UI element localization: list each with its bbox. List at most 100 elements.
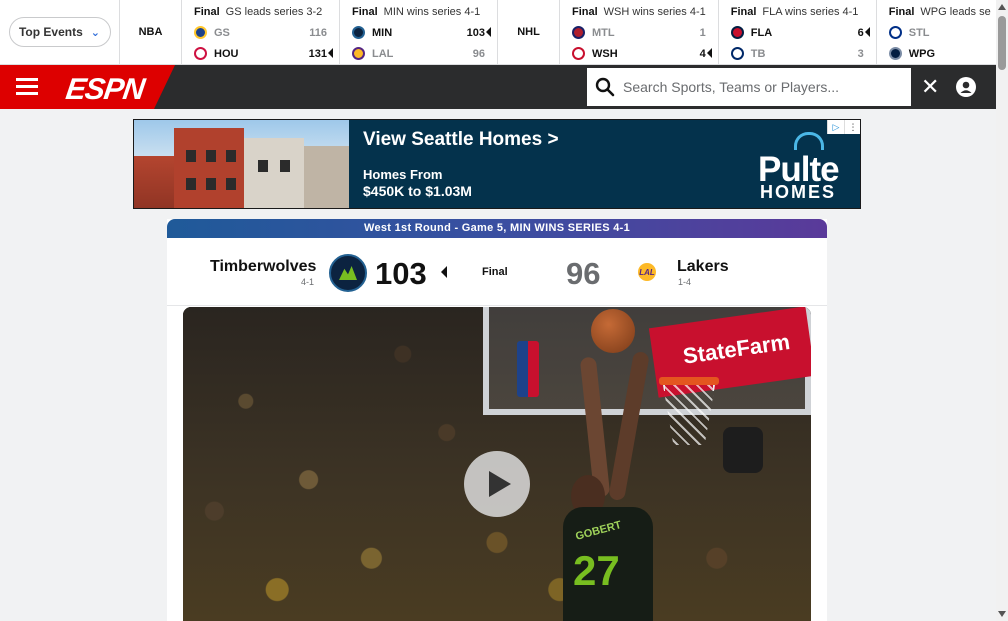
- lakers-logo-icon: [352, 47, 365, 60]
- team-score: 96: [472, 47, 485, 60]
- capitals-logo-icon: [572, 47, 585, 60]
- search-icon: [595, 77, 615, 97]
- game-header: Final GS leads series 3-2: [194, 6, 327, 22]
- team-score: 6: [857, 26, 864, 39]
- team-abbr: FLA: [750, 26, 773, 39]
- winner-caret-icon: [441, 266, 447, 278]
- search-box: [587, 68, 911, 106]
- team-abbr: GS: [214, 26, 230, 39]
- blues-logo-icon: [888, 26, 902, 39]
- scrollbar-thumb[interactable]: [998, 16, 1006, 70]
- ad-subtitle: Homes From: [363, 167, 443, 182]
- league-label-nba[interactable]: NBA: [120, 0, 182, 64]
- game-card[interactable]: Final GS leads series 3-2 GS 116 HOU 131: [182, 0, 340, 64]
- team-row: FLA 6: [730, 22, 864, 43]
- jersey-number: 27: [573, 547, 620, 594]
- adchoices-icon[interactable]: ▷: [827, 120, 844, 134]
- lightning-logo-icon: [730, 47, 744, 60]
- team-abbr: LAL: [372, 47, 394, 60]
- ad-price-range: $450K to $1.03M: [363, 183, 472, 199]
- timberwolves-logo-icon: [352, 26, 365, 39]
- away-team-name[interactable]: Lakers: [677, 258, 729, 276]
- team-row: WSH 4: [572, 43, 706, 64]
- team-row: GS 116: [194, 22, 327, 43]
- basketball: [591, 309, 635, 353]
- lakers-logo-icon: LAL: [638, 263, 656, 281]
- game-note: FLA wins series 4-1: [762, 6, 859, 18]
- main-nav: ESPN ✕: [0, 65, 996, 109]
- top-events-wrap: Top Events ⌄: [0, 0, 120, 64]
- game-card[interactable]: Final WSH wins series 4-1 MTL 1 WSH 4: [560, 0, 719, 64]
- team-abbr: MIN: [372, 26, 393, 39]
- game-header: Final WPG leads se: [889, 6, 996, 22]
- panthers-logo-icon: [730, 26, 744, 39]
- team-abbr: STL: [908, 26, 930, 39]
- team-abbr: MTL: [592, 26, 615, 39]
- game-status: Final: [352, 6, 378, 18]
- game-card[interactable]: Final MIN wins series 4-1 MIN 103 LAL 96: [340, 0, 498, 64]
- home-team-name[interactable]: Timberwolves: [210, 258, 316, 276]
- ad-title: View Seattle Homes >: [363, 129, 559, 150]
- team-row: MTL 1: [572, 22, 706, 43]
- ad-banner[interactable]: View Seattle Homes > Homes From $450K to…: [133, 119, 861, 209]
- rockets-logo-icon: [194, 47, 207, 60]
- profile-icon[interactable]: [956, 77, 976, 97]
- timberwolves-logo-icon: [329, 254, 367, 292]
- canadiens-logo-icon: [572, 26, 585, 39]
- team-row: WPG: [888, 43, 996, 64]
- winner-caret-icon: [706, 48, 712, 58]
- home-team-record: 4-1: [301, 277, 315, 287]
- game-recap-card: West 1st Round - Game 5, MIN WINS SERIES…: [167, 219, 827, 621]
- game-card[interactable]: Final FLA wins series 4-1 FLA 6 TB 3: [719, 0, 877, 64]
- game-note: WPG leads se: [920, 6, 991, 18]
- search-input[interactable]: [623, 79, 903, 95]
- matchup-row[interactable]: Timberwolves 4-1 103 Final 96 LAL Lakers…: [167, 238, 827, 306]
- ad-choices[interactable]: ▷ ⋮: [827, 120, 860, 134]
- scoreboard-strip: Top Events ⌄ NBA Final GS leads series 3-…: [0, 0, 996, 65]
- team-row: STL: [888, 22, 996, 43]
- highlight-video[interactable]: StateFarm GOBERT 27: [183, 307, 811, 621]
- game-status: Final: [482, 266, 508, 278]
- team-row: MIN 103: [352, 22, 485, 43]
- team-row: TB 3: [730, 43, 864, 64]
- game-note: MIN wins series 4-1: [383, 6, 481, 18]
- winner-caret-icon: [864, 27, 870, 37]
- game-status: Final: [194, 6, 220, 18]
- warriors-logo-icon: [194, 26, 207, 39]
- play-button[interactable]: [464, 451, 530, 517]
- svg-text:LAL: LAL: [639, 268, 655, 277]
- chevron-down-icon: ⌄: [90, 26, 100, 39]
- pulte-roof-icon: [794, 132, 824, 150]
- team-score: 103: [466, 26, 485, 39]
- team-abbr: WSH: [592, 47, 618, 60]
- league-label-nhl[interactable]: NHL: [498, 0, 560, 64]
- ad-menu-icon[interactable]: ⋮: [844, 120, 860, 134]
- camera-icon: [723, 427, 763, 473]
- winner-caret-icon: [486, 27, 491, 37]
- game-header: Final WSH wins series 4-1: [572, 6, 706, 22]
- series-banner: West 1st Round - Game 5, MIN WINS SERIES…: [167, 219, 827, 238]
- team-score: 3: [857, 47, 864, 60]
- game-card[interactable]: Final WPG leads se STL WPG: [877, 0, 996, 64]
- scroll-up-icon[interactable]: [998, 4, 1006, 10]
- espn-logo[interactable]: ESPN: [64, 73, 146, 107]
- nba-logo-icon: [517, 341, 539, 397]
- team-abbr: HOU: [214, 47, 239, 60]
- top-events-dropdown[interactable]: Top Events ⌄: [8, 17, 111, 47]
- home-score: 103: [375, 256, 427, 291]
- ad-house-image: [134, 120, 349, 208]
- team-row: HOU 131: [194, 43, 327, 64]
- vertical-scrollbar[interactable]: [996, 0, 1008, 621]
- team-abbr: TB: [750, 47, 766, 60]
- away-score: 96: [566, 256, 601, 291]
- game-status: Final: [730, 6, 757, 18]
- winner-caret-icon: [328, 48, 333, 58]
- away-team-record: 1-4: [678, 277, 692, 287]
- team-score: 116: [309, 26, 327, 39]
- close-search-icon[interactable]: ✕: [921, 76, 939, 98]
- game-header: Final FLA wins series 4-1: [731, 6, 864, 22]
- team-row: LAL 96: [352, 43, 485, 64]
- menu-icon[interactable]: [16, 78, 38, 96]
- scroll-down-icon[interactable]: [998, 611, 1006, 617]
- jets-logo-icon: [888, 47, 902, 60]
